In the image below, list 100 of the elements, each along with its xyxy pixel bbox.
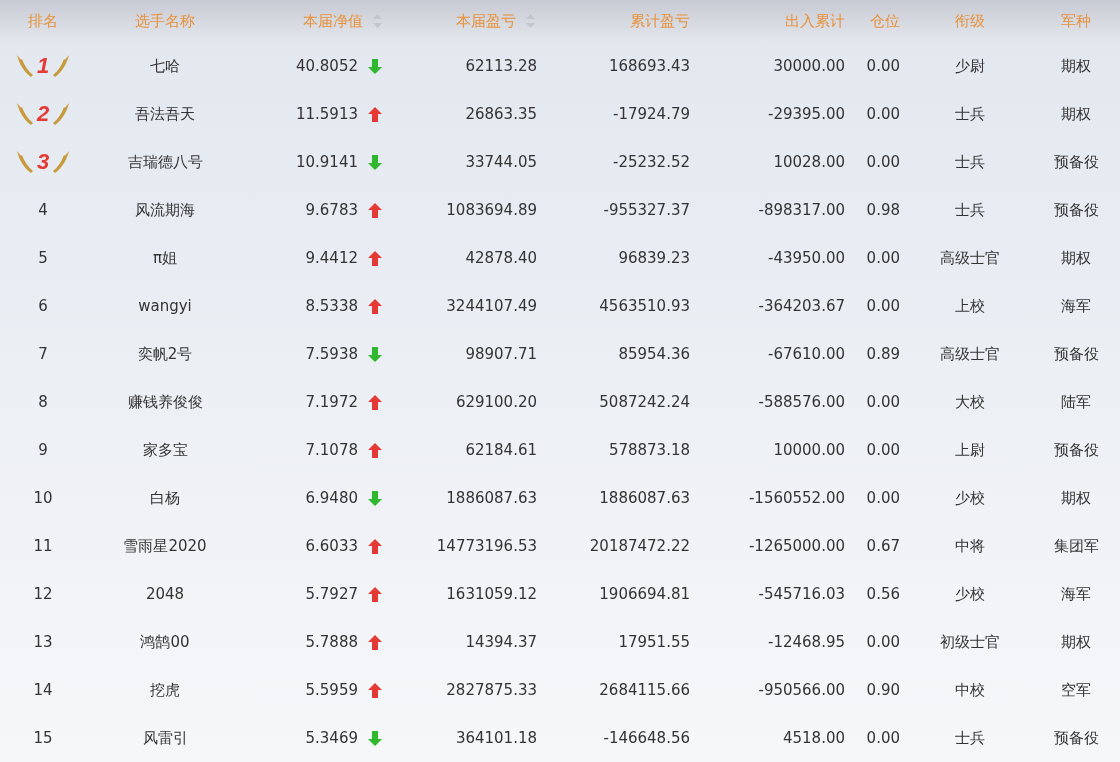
player-name: 白杨 <box>149 487 181 509</box>
table-cell-text: 85954.36 <box>617 344 691 365</box>
table-cell-text: -17924.79 <box>612 104 691 125</box>
table-cell-text: 10028.00 <box>772 152 846 173</box>
net-value: 8.5338 <box>305 297 358 315</box>
wing-icon <box>52 53 71 79</box>
rank-number: 11 <box>32 536 54 557</box>
table-cell-text: -29395.00 <box>767 104 846 125</box>
net-value: 6.9480 <box>305 489 358 507</box>
table-cell-text: -588576.00 <box>757 392 846 413</box>
column-header[interactable]: 本届净值 <box>244 0 392 42</box>
table-cell-text: 上尉 <box>954 439 986 461</box>
table-cell-text: 士兵 <box>954 151 986 173</box>
wing-icon <box>15 101 34 127</box>
table-cell-text: 1886087.63 <box>445 488 538 509</box>
table-cell-text: 0.56 <box>865 584 901 605</box>
net-value: 5.5959 <box>305 681 358 699</box>
player-name: 风雷引 <box>141 727 189 749</box>
table-cell-text: 少尉 <box>954 55 986 77</box>
column-header[interactable]: 本届盈亏 <box>392 0 545 42</box>
sort-icon[interactable] <box>526 14 535 28</box>
column-header: 仓位 <box>869 10 901 32</box>
table-cell-text: 预备役 <box>1052 727 1100 749</box>
table-cell-text: 98907.71 <box>464 344 538 365</box>
table-cell-text: 预备役 <box>1052 151 1100 173</box>
rank-number: 9 <box>37 440 49 461</box>
table-cell-text: 中校 <box>954 679 986 701</box>
rank-number: 14 <box>32 680 54 701</box>
player-name: 吉瑞德八号 <box>126 151 204 173</box>
column-header: 军种 <box>1060 10 1092 32</box>
table-cell-text: 0.00 <box>865 632 901 653</box>
table-cell-text: 少校 <box>954 487 986 509</box>
rank-number: 3 <box>36 149 50 175</box>
table-cell-text: 0.00 <box>865 728 901 749</box>
net-value: 5.7888 <box>305 633 358 651</box>
net-value: 5.3469 <box>305 729 358 747</box>
net-value: 9.4412 <box>305 249 358 267</box>
rank-number: 7 <box>37 344 49 365</box>
player-name: 挖虎 <box>149 679 181 701</box>
rank-number: 12 <box>32 584 54 605</box>
column-header: 衔级 <box>954 10 986 32</box>
player-name: 2048 <box>144 584 186 605</box>
table-cell-text: 初级士官 <box>939 631 1001 653</box>
table-cell-text: -25232.52 <box>612 152 691 173</box>
net-value: 6.6033 <box>305 537 358 555</box>
table-cell-text: 期权 <box>1060 103 1092 125</box>
table-cell-text: -364203.67 <box>757 296 846 317</box>
net-value: 7.1972 <box>305 393 358 411</box>
table-cell-text: 0.00 <box>865 440 901 461</box>
table-cell-text: -43950.00 <box>767 248 846 269</box>
player-name: wangyi <box>137 296 193 317</box>
wing-icon <box>15 53 34 79</box>
player-name: 吾法吾天 <box>134 103 196 125</box>
table-cell-text: 高级士官 <box>939 247 1001 269</box>
table-cell-text: 1631059.12 <box>445 584 538 605</box>
sort-icon[interactable] <box>373 14 382 28</box>
net-value: 40.8052 <box>295 57 358 75</box>
table-cell-text: 42878.40 <box>464 248 538 269</box>
player-name: 奕帆2号 <box>136 343 194 365</box>
rank-number: 13 <box>32 632 54 653</box>
table-cell-text: 空军 <box>1060 679 1092 701</box>
rank-number: 10 <box>32 488 54 509</box>
table-cell-text: 0.00 <box>865 296 901 317</box>
rank-number: 2 <box>36 101 50 127</box>
rank-number: 15 <box>32 728 54 749</box>
table-cell-text: 预备役 <box>1052 439 1100 461</box>
table-cell-text: 62184.61 <box>464 440 538 461</box>
table-cell-text: 1906694.81 <box>598 584 691 605</box>
table-cell-text: 10000.00 <box>772 440 846 461</box>
table-cell-text: 578873.18 <box>607 440 691 461</box>
rank-number: 1 <box>36 53 50 79</box>
table-cell-text: -1560552.00 <box>747 488 846 509</box>
table-cell-text: -146648.56 <box>602 728 691 749</box>
player-name: 雪雨星2020 <box>122 535 208 557</box>
table-cell-text: 海军 <box>1060 583 1092 605</box>
table-cell-text: 3244107.49 <box>445 296 538 317</box>
rank-number: 6 <box>37 296 49 317</box>
rank-number: 8 <box>37 392 49 413</box>
table-cell-text: 14394.37 <box>464 632 538 653</box>
table-cell-text: 士兵 <box>954 727 986 749</box>
table-cell-text: 0.98 <box>865 200 901 221</box>
table-cell-text: 2827875.33 <box>445 680 538 701</box>
net-value: 5.7927 <box>305 585 358 603</box>
table-cell-text: 期权 <box>1060 631 1092 653</box>
table-cell-text: -950566.00 <box>757 680 846 701</box>
table-cell-text: 期权 <box>1060 55 1092 77</box>
player-name: 鸿鹄00 <box>139 631 191 653</box>
column-header: 出入累计 <box>784 10 846 32</box>
table-cell-text: 中将 <box>954 535 986 557</box>
table-cell-text: 陆军 <box>1060 391 1092 413</box>
rank-number: 4 <box>37 200 49 221</box>
table-cell-text: 168693.43 <box>607 56 691 77</box>
table-cell-text: 士兵 <box>954 199 986 221</box>
wing-icon <box>52 149 71 175</box>
table-cell-text: 期权 <box>1060 247 1092 269</box>
table-cell-text: -898317.00 <box>757 200 846 221</box>
table-cell-text: -67610.00 <box>767 344 846 365</box>
table-cell-text: 4518.00 <box>781 728 846 749</box>
table-cell-text: 0.90 <box>865 680 901 701</box>
player-name: 赚钱养俊俊 <box>126 391 204 413</box>
